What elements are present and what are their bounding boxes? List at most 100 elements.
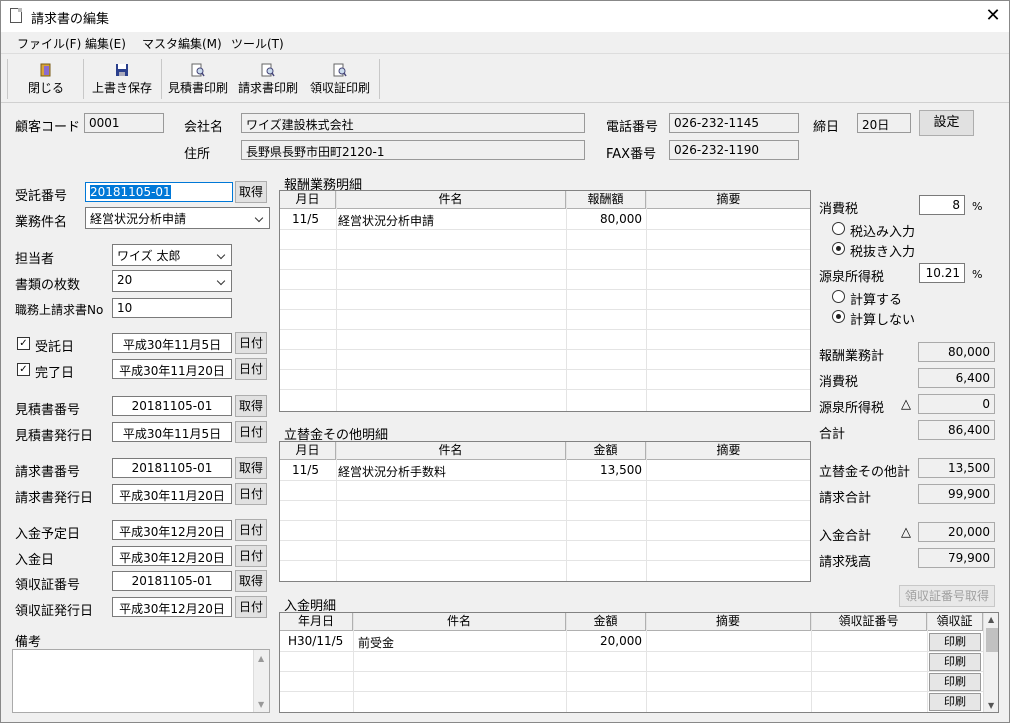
fee-total-value: 80,000 [918, 342, 995, 362]
receipt-print-row-button[interactable]: 印刷 [929, 673, 981, 691]
estimate-no-get-button[interactable]: 取得 [235, 395, 267, 417]
adv-row-amount[interactable]: 13,500 [570, 463, 642, 477]
pay-row-amount[interactable]: 20,000 [570, 634, 642, 648]
invoice-no-input[interactable]: 20181105-01 [112, 458, 232, 478]
receipt-date-button[interactable]: 日付 [235, 596, 267, 618]
paid-date-input[interactable]: 平成30年12月20日 [112, 546, 232, 566]
tax-incl-radio[interactable] [832, 222, 845, 235]
received-label: 受託日 [35, 340, 75, 355]
fee-row-amount[interactable]: 80,000 [570, 212, 642, 226]
order-no-input[interactable]: 20181105-01 [85, 182, 233, 202]
tax-rate-input[interactable]: 8 [919, 195, 965, 215]
menu-master[interactable]: マスタ編集(M) [142, 35, 222, 52]
completed-checkbox[interactable]: ✓ [17, 363, 30, 376]
pay-grid-scrollbar[interactable]: ▲ ▼ [983, 613, 998, 712]
invoice-date-button[interactable]: 日付 [235, 483, 267, 505]
grid-line [353, 613, 354, 712]
grid-line [566, 442, 567, 581]
due-date-input[interactable]: 平成30年12月20日 [112, 520, 232, 540]
fee-row-subject[interactable]: 経営状況分析申請 [338, 212, 434, 229]
duty-input[interactable]: 10 [112, 298, 232, 318]
grid-line [280, 269, 810, 270]
invoice-date-input[interactable]: 平成30年11月20日 [112, 484, 232, 504]
estimate-date-button[interactable]: 日付 [235, 421, 267, 443]
pay-col-memo: 摘要 [646, 613, 811, 631]
receipt-no-get-button[interactable]: 取得 [235, 570, 267, 592]
received-checkbox[interactable]: ✓ [17, 337, 30, 350]
phone-label: 電話番号 [606, 120, 659, 135]
estimate-date-input[interactable]: 平成30年11月5日 [112, 422, 232, 442]
estimate-print-button[interactable]: 見積書印刷 [165, 59, 231, 99]
menu-tools[interactable]: ツール(T) [231, 35, 284, 52]
invoice-no-get-button[interactable]: 取得 [235, 457, 267, 479]
receipt-date-input[interactable]: 平成30年12月20日 [112, 597, 232, 617]
estimate-print-label: 見積書印刷 [167, 81, 228, 95]
adv-grid[interactable]: 月日 件名 金額 摘要 11/5 経営状況分析手数料 13,500 [279, 441, 811, 582]
paid-total-value: 20,000 [918, 522, 995, 542]
grid-line [280, 651, 983, 652]
wht-amount-label: 源泉所得税 [819, 401, 885, 416]
receipt-print-row-button[interactable]: 印刷 [929, 693, 981, 711]
customer-code-label: 顧客コード [15, 120, 81, 135]
scroll-down-icon[interactable]: ▼ [988, 701, 994, 710]
paid-total-label: 入金合計 [819, 529, 872, 544]
close-icon[interactable]: ✕ [976, 2, 1010, 30]
pay-grid[interactable]: 年月日 件名 金額 摘要 領収証番号 領収証 H30/11/5 前受金 20,0… [279, 612, 999, 713]
grid-line [336, 191, 337, 411]
order-no-value: 20181105-01 [90, 185, 171, 199]
receipt-no-input[interactable]: 20181105-01 [112, 571, 232, 591]
adv-row-date[interactable]: 11/5 [292, 463, 319, 477]
completed-date-button[interactable]: 日付 [235, 358, 267, 380]
wht-label: 源泉所得税 [819, 270, 885, 285]
window-title: 請求書の編集 [31, 12, 110, 27]
fee-row-date[interactable]: 11/5 [292, 212, 319, 226]
save-button[interactable]: 上書き保存 [89, 59, 155, 99]
wht-nocalc-radio[interactable] [832, 310, 845, 323]
estimate-no-input[interactable]: 20181105-01 [112, 396, 232, 416]
pay-col-receipt-no: 領収証番号 [811, 613, 927, 631]
close-button[interactable]: 閉じる [19, 59, 73, 99]
fax-label: FAX番号 [606, 147, 657, 162]
invoice-no-label: 請求書番号 [15, 465, 81, 480]
save-button-label: 上書き保存 [91, 81, 152, 95]
task-label: 業務件名 [15, 215, 68, 230]
scroll-down-icon[interactable]: ▼ [258, 700, 264, 709]
balance-value: 79,900 [918, 548, 995, 568]
menu-edit[interactable]: 編集(E) [85, 35, 126, 52]
memo-scrollbar[interactable]: ▲ ▼ [253, 650, 269, 712]
pay-row-subject[interactable]: 前受金 [358, 634, 394, 651]
wht-rate-input[interactable]: 10.21 [919, 263, 965, 283]
received-date-button[interactable]: 日付 [235, 332, 267, 354]
completed-label: 完了日 [35, 366, 75, 381]
scroll-thumb[interactable] [986, 628, 998, 652]
pay-col-amount: 金額 [566, 613, 646, 631]
task-select[interactable]: 経営状況分析申請 [85, 207, 270, 229]
menu-file[interactable]: ファイル(F) [17, 35, 81, 52]
docs-select[interactable]: 20 [112, 270, 232, 292]
grid-line [927, 613, 928, 712]
receipt-print-row-button[interactable]: 印刷 [929, 633, 981, 651]
paid-date-button[interactable]: 日付 [235, 545, 267, 567]
settings-button[interactable]: 設定 [919, 110, 974, 136]
adv-row-subject[interactable]: 経営状況分析手数料 [338, 463, 446, 480]
invoice-print-button[interactable]: 請求書印刷 [235, 59, 301, 99]
tax-excl-radio[interactable] [832, 242, 845, 255]
pay-row-date[interactable]: H30/11/5 [288, 634, 343, 648]
adv-total-value: 13,500 [918, 458, 995, 478]
due-label: 入金予定日 [15, 527, 81, 542]
cutoff-field: 20日 [857, 113, 911, 133]
receipt-no-get-button[interactable]: 領収証番号取得 [899, 585, 995, 607]
order-no-get-button[interactable]: 取得 [235, 181, 267, 203]
due-date-button[interactable]: 日付 [235, 519, 267, 541]
completed-date-input[interactable]: 平成30年11月20日 [112, 359, 232, 379]
scroll-up-icon[interactable]: ▲ [258, 654, 264, 663]
staff-select[interactable]: ワイズ 太郎 [112, 244, 232, 266]
wht-calc-radio[interactable] [832, 290, 845, 303]
fee-grid[interactable]: 月日 件名 報酬額 摘要 11/5 経営状況分析申請 80,000 [279, 190, 811, 412]
memo-textarea[interactable]: ▲ ▼ [12, 649, 270, 713]
receipt-print-row-button[interactable]: 印刷 [929, 653, 981, 671]
fee-col-subject: 件名 [336, 191, 566, 209]
receipt-print-button[interactable]: 領収証印刷 [307, 59, 373, 99]
received-date-input[interactable]: 平成30年11月5日 [112, 333, 232, 353]
scroll-up-icon[interactable]: ▲ [988, 615, 994, 624]
